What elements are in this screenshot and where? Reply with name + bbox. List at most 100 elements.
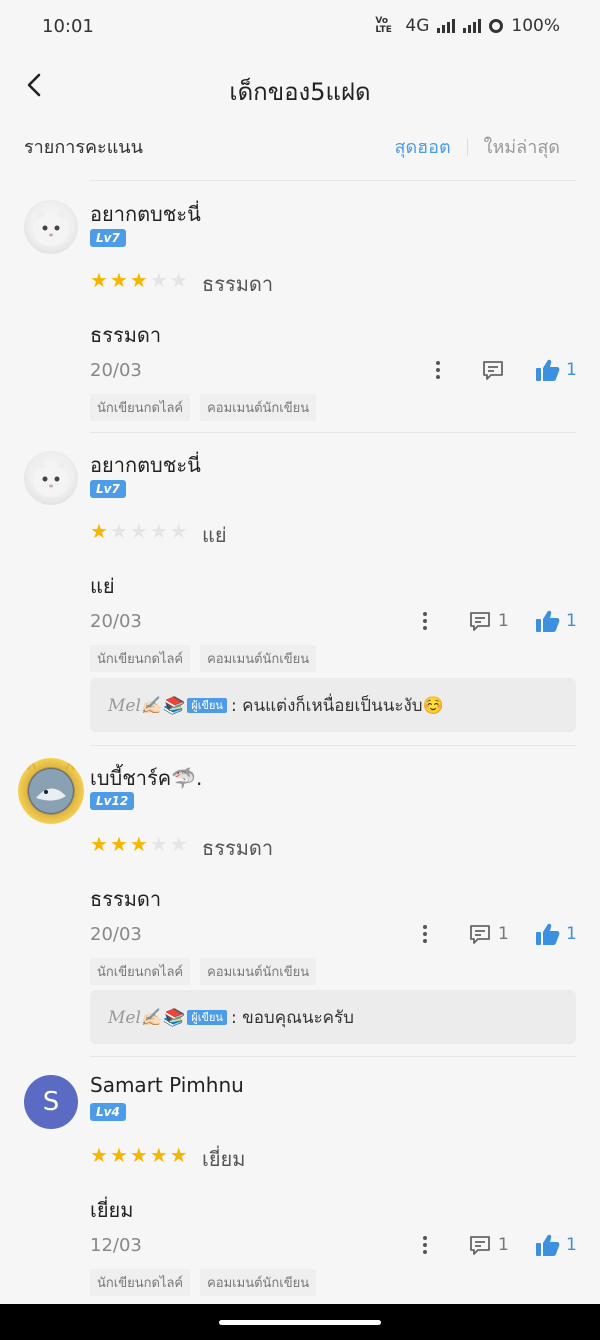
like-button[interactable]: 1 — [535, 922, 577, 946]
tag-list: นักเขียนกดไลค์ คอมเมนต์นักเขียน — [90, 1269, 317, 1296]
star-rating: ★ ★ ★ ★ ★ — [90, 269, 188, 291]
review-date: 20/03 — [90, 611, 142, 632]
tag-author-commented: คอมเมนต์นักเขียน — [200, 394, 317, 421]
author-badge: ผู้เขียน — [187, 698, 227, 713]
username[interactable]: อยากตบชะนี่ — [90, 449, 201, 481]
tag-list: นักเขียนกดไลค์ คอมเมนต์นักเขียน — [90, 394, 317, 421]
more-options-button[interactable] — [413, 922, 437, 946]
review-text: เยี่ยม — [90, 1198, 134, 1222]
comment-button[interactable]: 1 — [468, 1233, 509, 1257]
network-type: 4G — [405, 16, 430, 36]
star-icon: ★ — [90, 832, 108, 856]
star-icon: ★ — [109, 1143, 128, 1167]
level-badge: Lv7 — [90, 480, 126, 498]
tab-hottest[interactable]: สุดฮอต — [394, 132, 450, 161]
level-badge: Lv4 — [90, 1103, 126, 1121]
more-options-button[interactable] — [426, 358, 450, 382]
tag-author-liked: นักเขียนกดไลค์ — [90, 645, 191, 672]
star-icon: ★ — [90, 1143, 108, 1167]
star-rating: ★ ★ ★ ★ ★ — [90, 833, 188, 855]
volte-indicator: Vo LTE — [375, 16, 392, 35]
rating-label: ธรรมดา — [202, 272, 274, 296]
battery-percent: 100% — [511, 16, 560, 36]
comment-icon — [470, 925, 490, 944]
reply-content: Mel✍🏻📚 ผู้เขียน : คนแต่งก็เหนื่อยเป็นนะง… — [108, 692, 444, 719]
star-icon: ★ — [129, 832, 148, 856]
battery-saver-icon — [489, 19, 504, 33]
review-text: ธรรมดา — [90, 323, 162, 347]
star-icon: ★ — [169, 1143, 188, 1167]
thumbs-up-icon — [536, 610, 560, 632]
comment-button[interactable] — [481, 358, 511, 382]
star-icon: ★ — [149, 1143, 168, 1167]
username[interactable]: Samart Pimhnu — [90, 1073, 244, 1097]
like-count: 1 — [566, 1235, 577, 1255]
comment-button[interactable]: 1 — [468, 609, 509, 633]
rating-label: ธรรมดา — [202, 836, 274, 860]
cat-avatar-icon — [33, 208, 69, 246]
review-text: ธรรมดา — [90, 887, 162, 911]
tag-author-commented: คอมเมนต์นักเขียน — [200, 1269, 317, 1296]
username[interactable]: เบบี้ชาร์ค🦈. — [90, 762, 202, 794]
star-icon: ★ — [90, 519, 108, 543]
star-icon: ★ — [129, 519, 148, 543]
star-icon: ★ — [149, 268, 168, 292]
signal-2-icon — [463, 19, 482, 33]
tag-author-liked: นักเขียนกดไลค์ — [90, 958, 191, 985]
avatar[interactable]: S — [24, 1075, 78, 1129]
avatar[interactable] — [18, 758, 84, 824]
avatar[interactable] — [24, 451, 78, 505]
star-icon: ★ — [129, 1143, 148, 1167]
review-date: 20/03 — [90, 360, 142, 381]
review-item: S Samart Pimhnu Lv4 ★ ★ ★ ★ ★ เยี่ยม เยี่ยม … — [0, 1057, 600, 1304]
divider — [90, 180, 576, 181]
avatar[interactable] — [24, 200, 78, 254]
star-icon: ★ — [149, 519, 168, 543]
star-rating: ★ ★ ★ ★ ★ — [90, 520, 188, 542]
tab-divider — [466, 137, 468, 156]
level-badge: Lv7 — [90, 229, 126, 247]
author-badge: ผู้เขียน — [187, 1010, 227, 1025]
sort-tabs: สุดฮอต ใหม่ล่าสุด — [394, 132, 560, 161]
cat-avatar-icon — [33, 459, 69, 497]
review-date: 20/03 — [90, 924, 142, 945]
more-options-button[interactable] — [413, 1233, 437, 1257]
author-reply[interactable]: Mel✍🏻📚 ผู้เขียน : คนแต่งก็เหนื่อยเป็นนะง… — [90, 678, 576, 732]
review-item: อยากตบชะนี่ Lv7 ★ ★ ★ ★ ★ ธรรมดา ธรรมดา 20/0… — [0, 182, 600, 432]
tag-author-liked: นักเขียนกดไลค์ — [90, 394, 191, 421]
reply-text: : ขอบคุณนะครับ — [230, 1008, 354, 1028]
thumbs-up-icon — [536, 1234, 560, 1256]
page-title: เด็กของ5แฝด — [229, 78, 371, 106]
home-indicator[interactable] — [219, 1320, 381, 1325]
tag-author-commented: คอมเมนต์นักเขียน — [200, 958, 317, 985]
signal-icon — [437, 19, 456, 33]
star-icon: ★ — [169, 268, 188, 292]
comment-count: 1 — [498, 611, 509, 631]
comment-button[interactable]: 1 — [468, 922, 509, 946]
tag-author-commented: คอมเมนต์นักเขียน — [200, 645, 317, 672]
comment-icon — [483, 361, 503, 380]
comment-icon — [470, 612, 490, 631]
star-rating: ★ ★ ★ ★ ★ — [90, 1144, 188, 1166]
like-button[interactable]: 1 — [535, 1233, 577, 1257]
like-button[interactable]: 1 — [535, 358, 577, 382]
star-icon: ★ — [169, 519, 188, 543]
shark-avatar-icon — [27, 759, 75, 813]
like-button[interactable]: 1 — [535, 609, 577, 633]
like-count: 1 — [566, 360, 577, 380]
reply-author: Mel✍🏻📚 — [108, 695, 184, 716]
rating-label: เยี่ยม — [202, 1147, 246, 1171]
level-badge: Lv12 — [90, 792, 135, 810]
more-options-button[interactable] — [413, 609, 437, 633]
page-header: เด็กของ5แฝด — [0, 56, 600, 120]
status-bar: 10:01 Vo LTE 4G 100% — [0, 0, 600, 56]
comment-icon — [470, 1236, 490, 1255]
author-reply[interactable]: Mel✍🏻📚 ผู้เขียน : ขอบคุณนะครับ — [90, 990, 576, 1044]
ratings-list-label: รายการคะแนน — [24, 137, 143, 158]
review-date: 12/03 — [90, 1235, 142, 1256]
username[interactable]: อยากตบชะนี่ — [90, 198, 201, 230]
tab-newest[interactable]: ใหม่ล่าสุด — [484, 132, 560, 161]
comment-count: 1 — [498, 924, 509, 944]
review-item: อยากตบชะนี่ Lv7 ★ ★ ★ ★ ★ แย่ แย่ 20/03 1 1 … — [0, 433, 600, 745]
like-count: 1 — [566, 924, 577, 944]
